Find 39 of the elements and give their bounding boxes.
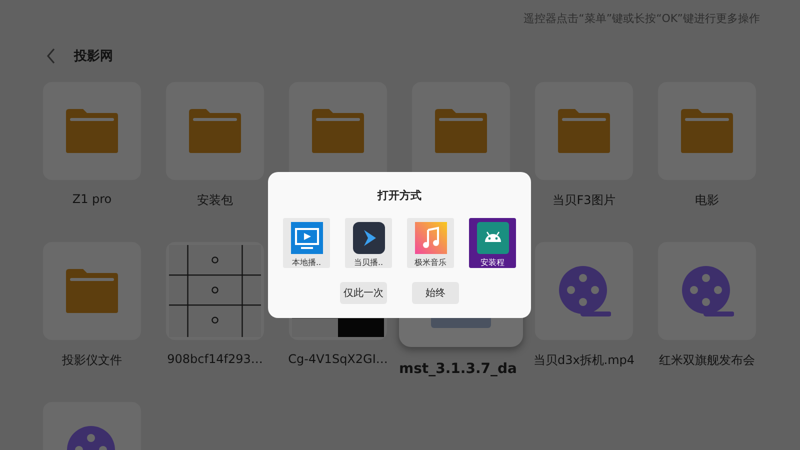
file-name: 当贝d3x拆机.mp4: [533, 352, 635, 369]
file-name: 908bcf14f293…: [167, 352, 263, 366]
file-name: Cg-4V1SqX2GI…: [288, 352, 388, 366]
file-name: 当贝F3图片: [552, 192, 616, 209]
tv-icon: [290, 222, 322, 254]
folder-icon: [557, 108, 611, 154]
always-button[interactable]: 始终: [412, 282, 459, 304]
folder-icon: [434, 108, 488, 154]
folder-icon: [65, 268, 119, 314]
file-name: 安装包: [197, 192, 233, 209]
folder-icon: [65, 108, 119, 154]
file-tile[interactable]: [43, 82, 141, 180]
just-once-button[interactable]: 仅此一次: [340, 282, 387, 304]
android-icon: [476, 222, 508, 254]
music-note-icon: [414, 222, 446, 254]
film-reel-icon: [557, 264, 611, 318]
dialog-title: 打开方式: [378, 188, 422, 203]
app-option[interactable]: 安装程: [469, 218, 516, 268]
file-name: Z1 pro: [72, 192, 112, 206]
play-icon: [352, 222, 384, 254]
file-tile[interactable]: [658, 242, 756, 340]
app-option[interactable]: 本地播..: [283, 218, 330, 268]
back-icon[interactable]: [46, 48, 56, 64]
file-name: 电影: [695, 192, 719, 209]
file-tile[interactable]: [535, 82, 633, 180]
app-option[interactable]: 极米音乐: [407, 218, 454, 268]
file-tile[interactable]: [166, 82, 264, 180]
folder-icon: [311, 108, 365, 154]
file-tile[interactable]: [535, 242, 633, 340]
file-name: mst_3.1.3.7_da: [399, 361, 518, 377]
film-reel-icon: [680, 264, 734, 318]
app-option[interactable]: 当贝播..: [345, 218, 392, 268]
folder-icon: [188, 108, 242, 154]
file-name: 投影仪文件: [62, 352, 122, 369]
file-name: 红米双旗舰发布会: [659, 352, 755, 369]
folder-icon: [680, 108, 734, 154]
file-tile[interactable]: [658, 82, 756, 180]
folder-title: 投影网: [74, 48, 113, 65]
file-tile[interactable]: [43, 242, 141, 340]
